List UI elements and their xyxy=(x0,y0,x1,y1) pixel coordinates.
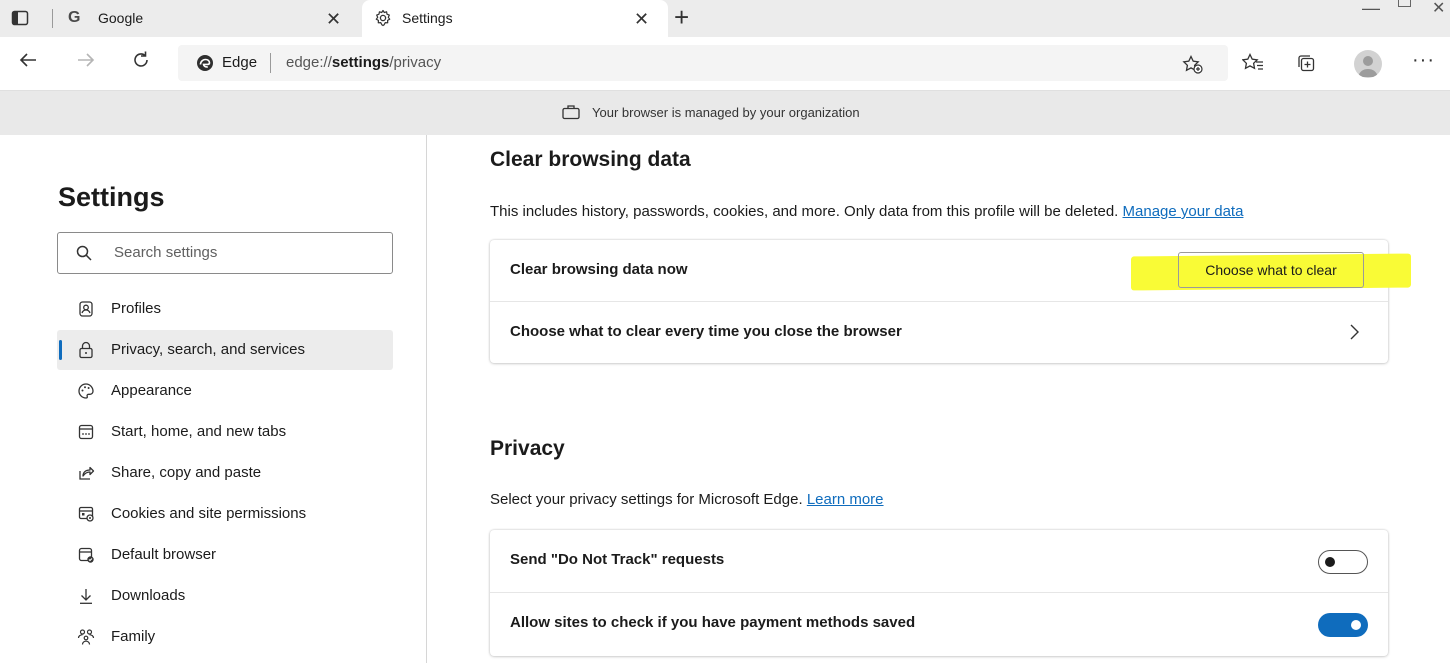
sidebar-item-profiles[interactable]: Profiles xyxy=(57,289,393,329)
sidebar-item-start-home-tabs[interactable]: Start, home, and new tabs xyxy=(57,412,393,452)
url-prefix: edge:// xyxy=(286,54,332,71)
address-bar[interactable]: Edge edge://settings/privacy xyxy=(178,45,1228,81)
google-icon: G xyxy=(68,9,81,26)
maximize-icon[interactable] xyxy=(1398,0,1411,7)
tab-title: Settings xyxy=(402,10,453,26)
profiles-icon xyxy=(77,300,95,318)
cookies-icon xyxy=(77,505,95,523)
section-title-privacy: Privacy xyxy=(490,437,565,460)
default-browser-icon xyxy=(77,546,95,564)
close-tab-icon[interactable]: ✕ xyxy=(634,9,649,30)
forward-arrow-icon[interactable] xyxy=(76,50,96,70)
page-title: Settings xyxy=(58,182,165,212)
tab-actions-icon[interactable] xyxy=(10,8,30,28)
sidebar-item-label: Appearance xyxy=(111,382,192,399)
section-description: Select your privacy settings for Microso… xyxy=(490,491,884,508)
tab-title: Google xyxy=(98,10,144,26)
clear-now-row: Clear browsing data now Choose what to c… xyxy=(490,240,1411,301)
sidebar-item-share-copy-paste[interactable]: Share, copy and paste xyxy=(57,453,393,493)
sidebar-item-family[interactable]: Family xyxy=(57,617,393,657)
payment-methods-toggle[interactable] xyxy=(1318,613,1368,637)
chevron-right-icon xyxy=(1348,323,1360,341)
sidebar-item-default-browser[interactable]: Default browser xyxy=(57,535,393,575)
refresh-icon[interactable] xyxy=(130,49,152,71)
sidebar-item-appearance[interactable]: Appearance xyxy=(57,371,393,411)
address-separator xyxy=(270,53,271,73)
active-indicator xyxy=(59,340,62,360)
share-icon xyxy=(77,464,95,482)
gear-icon xyxy=(374,9,392,27)
minimize-icon[interactable]: — xyxy=(1362,0,1380,19)
favorites-icon[interactable] xyxy=(1242,53,1264,73)
start-tabs-icon xyxy=(77,423,95,441)
close-window-icon[interactable]: ✕ xyxy=(1432,0,1445,18)
settings-content: Clear browsing data This includes histor… xyxy=(427,135,1450,663)
do-not-track-row: Send "Do Not Track" requests xyxy=(490,530,1388,591)
privacy-card: Send "Do Not Track" requests Allow sites… xyxy=(490,530,1388,656)
row-label: Choose what to clear every time you clos… xyxy=(510,323,902,340)
sidebar-item-label: Privacy, search, and services xyxy=(111,341,305,358)
description-text: Select your privacy settings for Microso… xyxy=(490,491,803,508)
search-input[interactable] xyxy=(114,244,374,261)
sidebar-item-downloads[interactable]: Downloads xyxy=(57,576,393,616)
section-description: This includes history, passwords, cookie… xyxy=(490,203,1243,220)
site-identity-label: Edge xyxy=(222,54,258,71)
row-label: Allow sites to check if you have payment… xyxy=(510,614,916,631)
family-icon xyxy=(77,628,95,646)
manage-your-data-link[interactable]: Manage your data xyxy=(1123,203,1244,220)
back-arrow-icon[interactable] xyxy=(18,50,38,70)
toolbar: Edge edge://settings/privacy ··· xyxy=(0,37,1450,91)
clear-browsing-card: Clear browsing data now Choose what to c… xyxy=(490,240,1411,363)
url-host: settings xyxy=(331,54,390,71)
clear-on-close-row[interactable]: Choose what to clear every time you clos… xyxy=(490,302,1388,363)
new-tab-icon[interactable]: + xyxy=(674,4,689,30)
managed-banner: Your browser is managed by your organiza… xyxy=(0,91,1450,135)
sidebar-item-label: Downloads xyxy=(111,587,186,604)
description-text: This includes history, passwords, cookie… xyxy=(490,203,1119,220)
managed-banner-text: Your browser is managed by your organiza… xyxy=(592,105,860,120)
learn-more-link[interactable]: Learn more xyxy=(807,491,884,508)
settings-sidebar: Settings Profiles Privacy, search, and s… xyxy=(0,135,426,663)
sidebar-item-cookies[interactable]: Cookies and site permissions xyxy=(57,494,393,534)
sidebar-item-label: Cookies and site permissions xyxy=(111,505,307,522)
tab-google[interactable]: G Google ✕ xyxy=(60,0,360,37)
choose-what-to-clear-button[interactable]: Choose what to clear xyxy=(1178,252,1364,288)
download-icon xyxy=(77,587,95,605)
sidebar-item-label: Share, copy and paste xyxy=(111,464,262,481)
tab-separator xyxy=(52,9,53,28)
close-tab-icon[interactable]: ✕ xyxy=(326,9,341,30)
toggle-knob xyxy=(1351,620,1361,630)
sidebar-item-label: Family xyxy=(111,628,156,645)
lock-icon xyxy=(77,341,95,359)
briefcase-icon xyxy=(561,103,581,121)
sidebar-item-privacy[interactable]: Privacy, search, and services xyxy=(57,330,393,370)
sidebar-item-label: Default browser xyxy=(111,546,217,563)
row-label: Clear browsing data now xyxy=(510,261,688,278)
tab-settings[interactable]: Settings ✕ xyxy=(362,0,668,37)
sidebar-item-label: Start, home, and new tabs xyxy=(111,423,287,440)
edge-logo-icon xyxy=(196,54,214,72)
payment-methods-row: Allow sites to check if you have payment… xyxy=(490,593,1388,654)
section-title-clear-browsing-data: Clear browsing data xyxy=(490,148,691,171)
url-text[interactable]: edge://settings/privacy xyxy=(286,54,441,71)
toggle-knob xyxy=(1325,557,1335,567)
tab-strip: G Google ✕ Settings ✕ + — ✕ xyxy=(0,0,1450,37)
avatar[interactable] xyxy=(1354,50,1382,78)
sidebar-item-label: Profiles xyxy=(111,300,162,317)
more-options-icon[interactable]: ··· xyxy=(1412,49,1435,72)
search-box[interactable] xyxy=(57,232,393,274)
do-not-track-toggle[interactable] xyxy=(1318,550,1368,574)
palette-icon xyxy=(77,382,95,400)
search-icon xyxy=(75,244,93,262)
row-label: Send "Do Not Track" requests xyxy=(510,551,725,568)
collections-icon[interactable] xyxy=(1296,53,1316,73)
add-favorite-icon[interactable] xyxy=(1182,55,1204,75)
url-path: /privacy xyxy=(389,54,442,71)
